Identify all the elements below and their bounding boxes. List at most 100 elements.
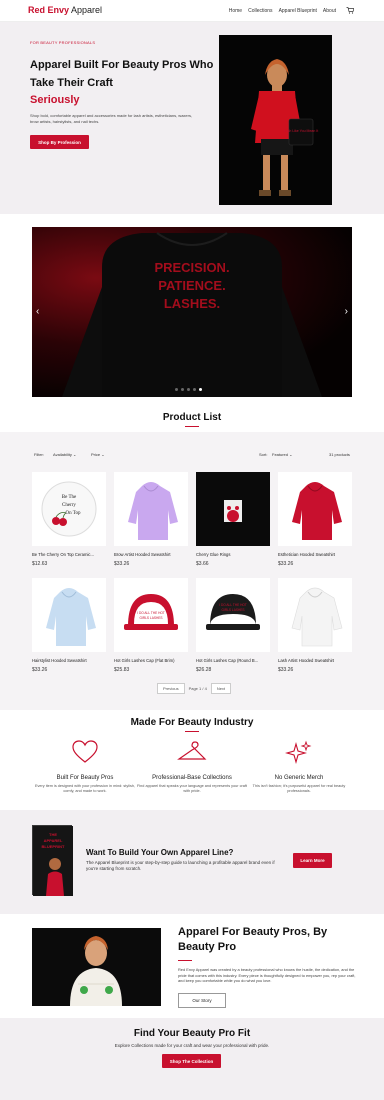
bottom-cta-title: Find Your Beauty Pro Fit — [133, 1028, 251, 1039]
mug-text-line-2: Cherry — [62, 503, 76, 508]
title-underline — [178, 960, 192, 961]
cap-text-line-2: GIRLS LASHES — [221, 608, 244, 612]
product-image — [278, 472, 352, 546]
product-image: Be The Cherry On Top — [32, 472, 106, 546]
cart-icon[interactable] — [346, 7, 355, 16]
feature-description: Find apparel that speaks your language a… — [137, 784, 247, 793]
product-name[interactable]: Hairstylist Hooded Sweatshirt — [32, 658, 106, 663]
nav-collections[interactable]: Collections — [248, 8, 272, 14]
product-image — [114, 472, 188, 546]
pagination: Previous Page 1 / 4 Next — [157, 683, 232, 694]
next-page-button[interactable]: Next — [210, 683, 232, 694]
product-price: $33.26 — [278, 667, 294, 673]
chevron-down-icon: ⌄ — [289, 452, 293, 457]
title-underline — [185, 426, 199, 427]
book-title-line-1: THE — [49, 832, 57, 837]
product-price: $25.83 — [114, 667, 130, 673]
product-price: $3.66 — [196, 561, 209, 567]
product-price: $33.26 — [278, 561, 294, 567]
slider-dots — [175, 388, 202, 391]
bag-print-text: Lash Like You Mean It — [284, 129, 318, 133]
sort-value: Featured — [272, 452, 289, 457]
heart-icon — [72, 740, 98, 763]
product-name[interactable]: Hot Girls Lashes Cap (Flat Brim) — [114, 658, 188, 663]
previous-page-button[interactable]: Previous — [157, 683, 185, 694]
product-card[interactable]: Brow Artist Hooded Sweatshirt $33.26 — [114, 472, 188, 567]
hero-kicker: FOR BEAUTY PROFESSIONALS — [30, 40, 96, 45]
feature-description: This isn't fashion; it's purposeful appa… — [252, 784, 346, 793]
slider-dot[interactable] — [187, 388, 190, 391]
hero-title: Apparel Built For Beauty Pros Who Take T… — [30, 59, 214, 89]
feature-item: No Generic Merch This isn't fashion; it'… — [244, 740, 354, 794]
product-image: I DO ALL THE HOT GIRLS LASHES — [196, 578, 270, 652]
mug-text-line-3: On Top — [66, 511, 81, 516]
story-description: Red Envy Apparel was created by a beauty… — [178, 967, 356, 983]
hero-model-image: Lash Like You Mean It — [219, 35, 332, 205]
bottom-cta-description: Explore Collections made for your craft … — [114, 1043, 270, 1048]
product-name[interactable]: Esthetician Hooded Sweatshirt — [278, 552, 352, 557]
feature-title: No Generic Merch — [274, 775, 324, 781]
hero-description: Shop bold, comfortable apparel and acces… — [30, 113, 193, 124]
book-title-line-2: APPAREL — [44, 838, 63, 843]
product-list-title: Product List — [162, 412, 222, 423]
slider-slogan-line-2: PATIENCE. — [158, 278, 225, 293]
product-card[interactable]: I DO ALL THE HOT GIRLS LASHES Hot Girls L… — [196, 578, 270, 673]
story-title: Apparel For Beauty Pros, By Beauty Pro — [178, 926, 328, 953]
filter-label: Filter: — [34, 452, 44, 457]
feature-item: Built For Beauty Pros Every item is desi… — [30, 740, 140, 794]
brand-logo[interactable]: Red Envy Apparel — [28, 5, 102, 15]
slider-next-arrow[interactable]: › — [345, 306, 348, 317]
nav-about[interactable]: About — [323, 8, 336, 14]
mug-text-line-1: Be The — [62, 495, 77, 500]
price-filter[interactable]: Price ⌄ — [91, 452, 105, 457]
product-card[interactable]: Esthetician Hooded Sweatshirt $33.26 — [278, 472, 352, 567]
feature-item: Professional-Base Collections Find appar… — [137, 740, 247, 794]
book-title-line-3: BLUEPRINT — [42, 844, 65, 849]
hero-title-accent: Seriously — [30, 94, 80, 106]
sort-select[interactable]: Featured ⌄ — [272, 452, 293, 457]
feature-title: Professional-Base Collections — [152, 775, 232, 781]
product-card[interactable]: Cherry Glue Rings $3.66 — [196, 472, 270, 567]
slider-dot[interactable] — [175, 388, 178, 391]
slider-slogan-line-1: PRECISION. — [154, 260, 229, 275]
slider-dot-active[interactable] — [199, 388, 202, 391]
product-name[interactable]: Be The Cherry On Top Ceramic... — [32, 552, 106, 557]
product-price: $12.63 — [32, 561, 48, 567]
product-image — [196, 472, 270, 546]
cap-text-line-1: I DO ALL THE HOT — [219, 603, 247, 607]
nav-home[interactable]: Home — [229, 8, 242, 14]
our-story-button[interactable]: Our Story — [178, 993, 226, 1008]
product-price: $33.26 — [32, 667, 48, 673]
product-name[interactable]: Lash Artist Hooded Sweatshirt — [278, 658, 352, 663]
slider-prev-arrow[interactable]: ‹ — [36, 306, 39, 317]
features-title: Made For Beauty Industry — [130, 717, 254, 728]
availability-filter[interactable]: Availability ⌄ — [53, 452, 76, 457]
site-header: Red Envy Apparel Home Collections Appare… — [0, 0, 384, 22]
slider-dot[interactable] — [193, 388, 196, 391]
product-image — [278, 578, 352, 652]
nav-apparel-blueprint[interactable]: Apparel Blueprint — [279, 8, 317, 14]
cap-text-line-2: GIRLS LASHES — [139, 616, 162, 620]
sparkles-icon — [284, 740, 312, 765]
apparel-blueprint-book-image: THE APPAREL BLUEPRINT — [32, 825, 73, 896]
feature-title: Built For Beauty Pros — [56, 775, 114, 781]
product-name[interactable]: Cherry Glue Rings — [196, 552, 270, 557]
product-name[interactable]: Brow Artist Hooded Sweatshirt — [114, 552, 188, 557]
slider-dot[interactable] — [181, 388, 184, 391]
product-card[interactable]: Lash Artist Hooded Sweatshirt $33.26 — [278, 578, 352, 673]
product-image — [32, 578, 106, 652]
product-card[interactable]: Be The Cherry On Top Be The Cherry On To… — [32, 472, 106, 567]
shop-by-profession-button[interactable]: Shop By Profession — [30, 135, 89, 149]
shop-the-collection-button[interactable]: Shop The Collection — [162, 1054, 221, 1068]
hanger-icon — [177, 741, 207, 760]
sort-label: Sort: — [259, 452, 268, 457]
product-card[interactable]: I DO ALL THE HOT GIRLS LASHES Hot Girls L… — [114, 578, 188, 673]
product-name[interactable]: Hot Girls Lashes Cap (Round B... — [196, 658, 270, 663]
chevron-down-icon: ⌄ — [101, 452, 105, 457]
learn-more-button[interactable]: Learn More — [293, 853, 332, 868]
promo-slider: PRECISION. PATIENCE. LASHES. ‹ › — [32, 227, 352, 397]
blueprint-title: Want To Build Your Own Apparel Line? — [86, 848, 234, 857]
availability-label: Availability — [53, 452, 72, 457]
product-card[interactable]: Hairstylist Hooded Sweatshirt $33.26 — [32, 578, 106, 673]
brand-name-rest: Apparel — [69, 5, 103, 15]
